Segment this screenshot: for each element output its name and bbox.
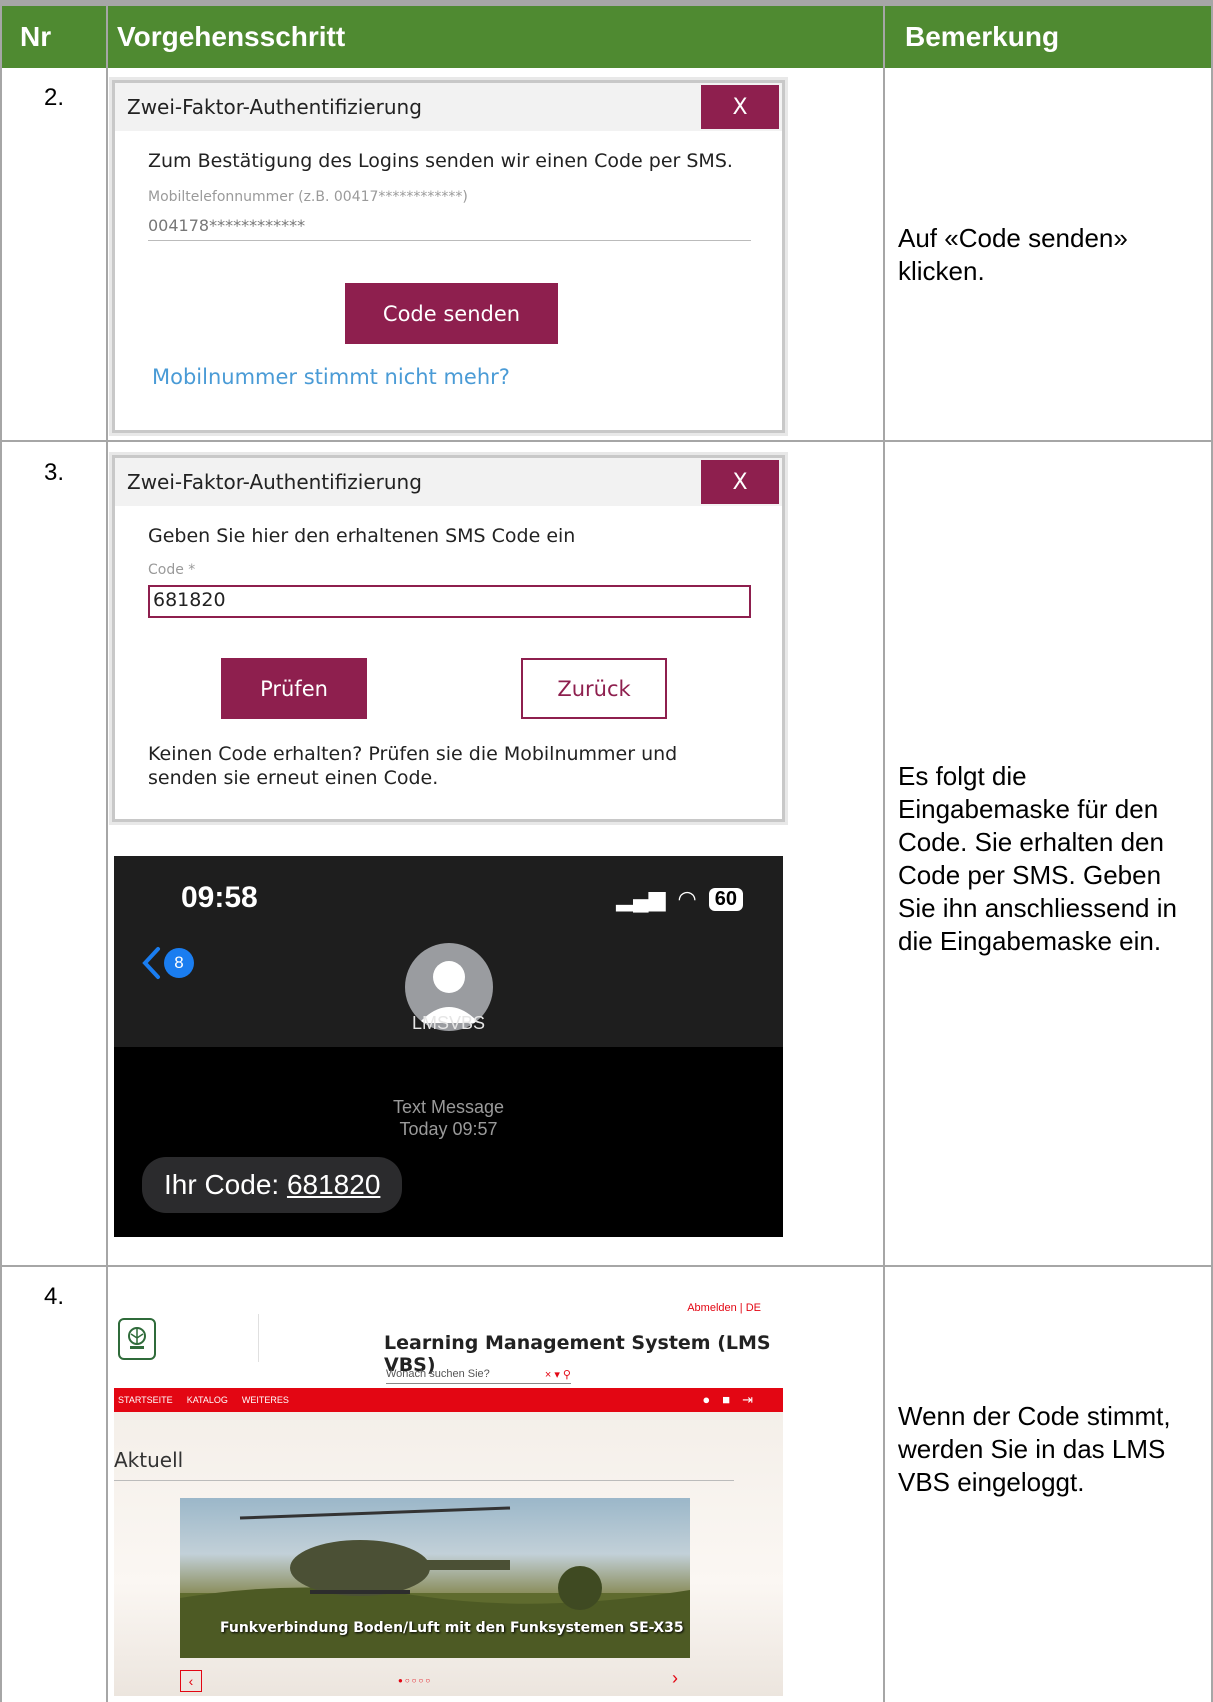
search-icon[interactable]: × ▾ ⚲: [545, 1368, 571, 1381]
code-input[interactable]: 681820: [148, 585, 751, 618]
lms-screenshot: Abmelden | DE Learning Management System…: [114, 1296, 783, 1696]
status-bar: ▂▄▆ ◠ 60: [616, 886, 743, 912]
mobile-number-link[interactable]: Mobilnummer stimmt nicht mehr?: [152, 365, 510, 389]
lms-logo: [118, 1318, 156, 1360]
row-number: 4.: [43, 1283, 64, 1310]
dialog-text: Zum Bestätigung des Logins senden wir ei…: [148, 150, 733, 172]
phone-clock: 09:58: [181, 881, 258, 914]
row-number: 3.: [43, 459, 64, 486]
row-remark: Es folgt die Eingabemaske für den Code. …: [898, 761, 1177, 956]
row-number: 2.: [43, 84, 64, 111]
dialog-text: Geben Sie hier den erhaltenen SMS Code e…: [148, 525, 576, 547]
section-heading: Aktuell: [114, 1448, 184, 1472]
message-meta: Text Message Today 09:57: [392, 1097, 505, 1139]
two-factor-dialog: Zwei-Faktor-Authentifizierung X Zum Best…: [112, 80, 785, 433]
news-banner[interactable]: Funkverbindung Boden/Luft mit den Funksy…: [180, 1498, 690, 1658]
help-icon[interactable]: ●: [702, 1392, 710, 1408]
battery-icon: 60: [708, 887, 743, 911]
row-remark: Wenn der Code stimmt, werden Sie in das …: [898, 1401, 1171, 1497]
check-button[interactable]: Prüfen: [221, 658, 367, 719]
phone-field[interactable]: 004178************: [148, 216, 305, 235]
dialog-title: Zwei-Faktor-Authentifizierung: [127, 95, 422, 119]
nav-item-home[interactable]: STARTSEITE: [118, 1395, 173, 1405]
carousel-next-button[interactable]: ›: [672, 1668, 678, 1689]
sms-code-dialog: Zwei-Faktor-Authentifizierung X Geben Si…: [112, 455, 785, 822]
sms-code[interactable]: 681820: [287, 1169, 380, 1200]
back-button[interactable]: Zurück: [521, 658, 667, 719]
carousel-prev-button[interactable]: ‹: [180, 1670, 202, 1692]
dialog-title: Zwei-Faktor-Authentifizierung: [127, 470, 422, 494]
hint-text-line1: Keinen Code erhalten? Prüfen sie die Mob…: [148, 743, 678, 765]
send-code-button[interactable]: Code senden: [345, 283, 558, 344]
code-field-label: Code *: [148, 562, 196, 578]
hint-text-line2: senden sie erneut einen Code.: [148, 767, 439, 789]
unread-badge: 8: [164, 948, 194, 978]
logout-language-links[interactable]: Abmelden | DE: [687, 1302, 761, 1314]
wifi-icon: ◠: [677, 886, 697, 911]
tree-logo-icon: [128, 1327, 146, 1349]
sender-name: LMSVBS: [411, 1013, 486, 1033]
sms-screenshot: 09:58 ▂▄▆ ◠ 60 8 LMSVBS Text Message Tod…: [114, 856, 783, 1237]
logout-icon[interactable]: ⇥: [742, 1392, 753, 1408]
back-button[interactable]: 8: [140, 946, 194, 980]
chevron-left-icon: [142, 947, 160, 979]
banner-title: Funkverbindung Boden/Luft mit den Funksy…: [220, 1620, 684, 1636]
nav-item-catalog[interactable]: KATALOG: [187, 1395, 228, 1405]
nav-item-more[interactable]: WEITERES: [242, 1395, 289, 1405]
message-bubble: Ihr Code: 681820: [142, 1157, 403, 1213]
lms-navbar: STARTSEITE KATALOG WEITERES ● ■ ⇥: [114, 1388, 783, 1412]
phone-field-label: Mobiltelefonnummer (z.B. 00417**********…: [148, 189, 468, 205]
profile-icon[interactable]: ■: [722, 1392, 730, 1408]
signal-icon: ▂▄▆: [616, 886, 666, 911]
carousel-dots[interactable]: ●○○○○: [398, 1676, 432, 1685]
close-button[interactable]: X: [701, 85, 779, 129]
close-button[interactable]: X: [701, 460, 779, 504]
row-remark: Auf «Code senden» klicken.: [898, 223, 1128, 286]
search-input[interactable]: Wonach suchen Sie? × ▾ ⚲: [386, 1368, 571, 1384]
